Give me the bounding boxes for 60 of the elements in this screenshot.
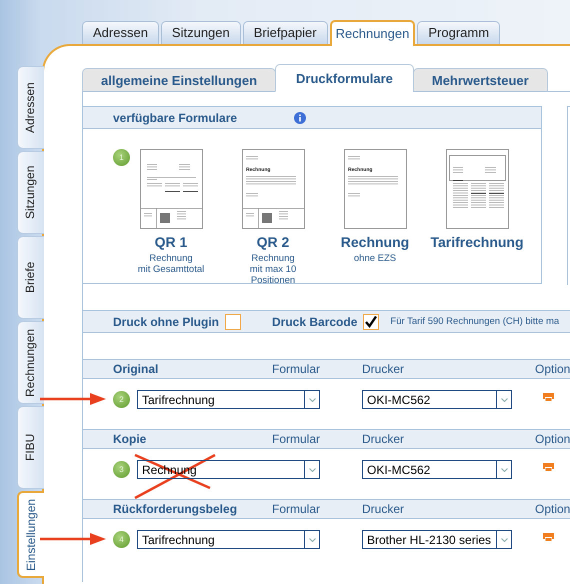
sub-tab[interactable]: allgemeine Einstellungen [82,68,276,92]
column-header: Option [535,362,570,376]
column-header: Drucker [362,432,406,446]
dropdown[interactable]: Brother HL-2130 series [362,530,512,549]
top-tab[interactable]: Sitzungen [160,21,241,44]
column-header: Formular [272,362,320,376]
panel-title: verfügbare Formulare [113,110,238,124]
section-title: Rückforderungsbeleg [113,502,238,516]
checkbox[interactable] [363,314,380,330]
dropdown[interactable]: OKI-MC562 [362,460,512,479]
caret-icon [496,531,511,548]
column-header: Option [535,502,570,516]
top-tab[interactable]: Briefpapier [242,21,328,44]
caret-icon [304,391,319,408]
side-tab[interactable]: Einstellungen [17,491,44,578]
caret-icon [496,461,511,478]
form-name[interactable]: QR 1 [154,234,188,250]
form-name[interactable]: QR 2 [256,234,290,250]
side-tab[interactable]: Sitzungen [17,151,44,234]
form-description: ohne EZS [354,253,396,264]
printer-icon[interactable] [543,393,554,401]
column-header: Formular [272,502,320,516]
sub-tab[interactable]: Druckformulare [275,64,414,92]
form-preview-icon [446,149,508,229]
section-title: Original [113,362,158,376]
form-description: Rechnung mit max 10 Positionen [250,253,296,286]
side-tab[interactable]: Rechnungen [17,321,44,404]
sub-tab[interactable]: Mehrwertsteuer [412,68,548,92]
section-title: Kopie [113,432,146,446]
side-tab[interactable]: FIBU [17,406,44,489]
caret-icon [304,531,319,548]
column-header: Formular [272,432,320,446]
caret-icon [304,461,319,478]
side-tab[interactable]: Briefe [17,236,44,319]
printer-icon[interactable] [543,533,554,541]
form-description: Rechnung mit Gesamttotal [138,253,204,275]
caret-icon [496,391,511,408]
printer-icon[interactable] [543,463,554,471]
checkbox-label: Druck ohne Plugin [113,314,220,328]
top-tab[interactable]: Rechnungen [330,20,416,46]
form-name[interactable]: Rechnung [340,234,410,250]
checkbox[interactable] [225,314,242,330]
step-badge: 1 [113,149,130,166]
column-header: Drucker [362,502,406,516]
top-tab[interactable]: Programm [417,21,500,44]
dropdown[interactable]: Tarifrechnung [137,390,320,409]
step-badge: 2 [113,391,130,408]
top-tab[interactable]: Adressen [82,21,159,44]
form-preview-icon [140,149,202,229]
info-icon[interactable] [294,112,306,124]
form-name[interactable]: Tarifrechnung [430,234,524,250]
side-tab[interactable]: Adressen [17,66,44,149]
dropdown[interactable]: Tarifrechnung [137,530,320,549]
checkbox-label: Druck Barcode [272,314,358,328]
step-badge: 3 [113,461,130,478]
hint-text: Für Tarif 590 Rechnungen (CH) bitte ma [390,316,560,327]
step-badge: 4 [113,531,130,548]
column-header: Option [535,432,570,446]
column-header: Drucker [362,362,406,376]
dropdown[interactable]: OKI-MC562 [362,390,512,409]
